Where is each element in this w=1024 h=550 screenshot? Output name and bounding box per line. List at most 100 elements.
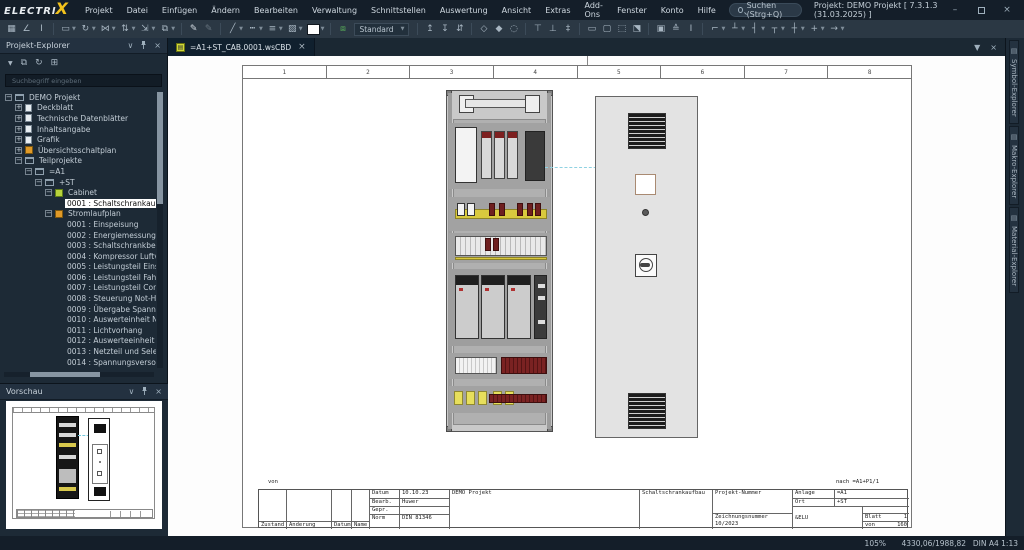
tree-item[interactable]: 0007 : Leistungsteil Control xyxy=(0,283,156,294)
layer-lower-icon[interactable]: ↧ xyxy=(437,21,452,37)
menu-einf-gen[interactable]: Einfügen xyxy=(155,0,204,20)
collapse-icon[interactable]: − xyxy=(15,157,22,164)
move-icon[interactable]: ▭▼ xyxy=(58,21,78,37)
rotate-icon[interactable]: ↻▼ xyxy=(78,21,98,37)
mirror-icon[interactable]: ⋈▼ xyxy=(98,21,118,37)
menu-schnittstellen[interactable]: Schnittstellen xyxy=(364,0,433,20)
corner-tool-icon[interactable]: ⌐▼ xyxy=(707,21,727,37)
layer-select[interactable]: Standard▼ xyxy=(354,23,409,36)
rectangle-tool-icon[interactable]: ▭ xyxy=(584,21,599,37)
menu-ansicht[interactable]: Ansicht xyxy=(495,0,539,20)
panel-pin-icon[interactable] xyxy=(141,387,148,397)
tree-item[interactable]: 0014 : Spannungsversorgu xyxy=(0,357,156,368)
tree-item[interactable]: +Deckblatt xyxy=(0,103,156,114)
menu-verwaltung[interactable]: Verwaltung xyxy=(305,0,364,20)
panel-collapse-icon[interactable]: ∨ xyxy=(127,41,133,50)
close-button[interactable]: × xyxy=(996,2,1018,18)
snap-free-icon[interactable]: ◇ xyxy=(476,21,491,37)
tree-search-input[interactable] xyxy=(10,76,157,86)
menu-projekt[interactable]: Projekt xyxy=(78,0,120,20)
tree-item[interactable]: 0001 : Einspeisung xyxy=(0,219,156,230)
junction-up-icon[interactable]: ┬▼ xyxy=(767,21,787,37)
tree-item[interactable]: −Teilprojekte xyxy=(0,156,156,167)
tree-vertical-scrollbar[interactable] xyxy=(157,92,163,368)
rounded-rect-tool-icon[interactable]: ▢ xyxy=(599,21,614,37)
angle-measure-icon[interactable]: ∠ xyxy=(19,21,34,37)
tree-item[interactable]: 0001 : Schaltschrankau xyxy=(0,198,156,209)
maximize-button[interactable] xyxy=(970,2,992,18)
tab-close-icon[interactable]: × xyxy=(298,42,306,52)
anchor-tool-icon[interactable]: ≙ xyxy=(668,21,683,37)
tree-item[interactable]: 0006 : Leistungsteil Fahrtisc xyxy=(0,272,156,283)
arrow-right-icon[interactable]: →▼ xyxy=(827,21,847,37)
tree-item[interactable]: +Übersichtsschaltplan xyxy=(0,145,156,156)
text-cursor-icon[interactable]: I xyxy=(34,21,49,37)
align-bottom-icon[interactable]: ⊥ xyxy=(545,21,560,37)
line-width-icon[interactable]: ≡▼ xyxy=(265,21,285,37)
line-color-icon[interactable]: ╱▼ xyxy=(225,21,245,37)
selection-frame-icon[interactable]: ⬚ xyxy=(614,21,629,37)
expand-icon[interactable]: + xyxy=(15,104,22,111)
expand-icon[interactable]: + xyxy=(15,136,22,143)
image-tool-icon[interactable]: ▣ xyxy=(653,21,668,37)
layers-icon[interactable]: ⧈ xyxy=(335,21,350,37)
collapse-icon[interactable]: − xyxy=(35,179,42,186)
node-icon[interactable]: +▼ xyxy=(807,21,827,37)
minimize-button[interactable]: – xyxy=(944,2,966,18)
layer-raise-icon[interactable]: ↥ xyxy=(422,21,437,37)
collapse-icon[interactable]: − xyxy=(5,94,12,101)
collapse-icon[interactable]: − xyxy=(45,210,52,217)
tree-item[interactable]: 0002 : Energiemessung Sch xyxy=(0,230,156,241)
panel-close-icon[interactable]: × xyxy=(154,41,161,50)
lasso-select-icon[interactable]: ⬔ xyxy=(629,21,644,37)
menu-add-ons[interactable]: Add-Ons xyxy=(578,0,611,20)
tree-item[interactable]: 0004 : Kompressor Luftversi xyxy=(0,251,156,262)
tab-symbol-explorer[interactable]: ▤Symbol-Explorer xyxy=(1009,40,1019,124)
tree-item[interactable]: +Grafik xyxy=(0,134,156,145)
snap-object-icon[interactable]: ◌ xyxy=(506,21,521,37)
scrollbar-thumb[interactable] xyxy=(157,92,163,204)
panel-close-icon[interactable]: × xyxy=(155,387,162,396)
menu-auswertung[interactable]: Auswertung xyxy=(433,0,495,20)
tree-item[interactable]: 0003 : Schaltschrankbelüftu xyxy=(0,240,156,251)
tree-horizontal-scrollbar[interactable] xyxy=(4,372,154,377)
format-paint-icon[interactable]: ✎ xyxy=(186,21,201,37)
tree-item[interactable]: 0011 : Lichtvorhang xyxy=(0,325,156,336)
menu--ndern[interactable]: Ändern xyxy=(204,0,247,20)
tree-item[interactable]: 0009 : Übergabe Spannung xyxy=(0,304,156,315)
expand-icon[interactable]: + xyxy=(15,147,22,154)
hatch-icon[interactable]: ▨▼ xyxy=(285,21,305,37)
tree-search-box[interactable] xyxy=(5,74,162,87)
tab-material-explorer[interactable]: ▤Material-Explorer xyxy=(1009,207,1019,293)
tree-item[interactable]: 0012 : Auswerteeinheit Lich xyxy=(0,336,156,347)
expand-icon[interactable]: + xyxy=(15,115,22,122)
line-style-icon[interactable]: ┅▼ xyxy=(245,21,265,37)
tree-item[interactable]: 0013 : Netzteil und Selektivi xyxy=(0,346,156,357)
copy-icon[interactable]: ⊞ xyxy=(51,58,59,68)
menu-bearbeiten[interactable]: Bearbeiten xyxy=(247,0,305,20)
stretch-icon[interactable]: ⇲▼ xyxy=(137,21,157,37)
color-swatch[interactable]: ▼ xyxy=(305,21,327,37)
tree-item[interactable]: 0008 : Steuerung Not-Halt xyxy=(0,293,156,304)
layer-select[interactable]: Standard▼ xyxy=(350,21,413,37)
collapse-icon[interactable]: − xyxy=(25,168,32,175)
filter-dropdown-icon[interactable]: ▼ xyxy=(8,60,13,67)
tab-makro-explorer[interactable]: ▤Makro-Explorer xyxy=(1009,126,1019,205)
panel-collapse-icon[interactable]: ∨ xyxy=(128,387,134,396)
tree-item[interactable]: −+ST xyxy=(0,177,156,188)
distribute-icon[interactable]: ‡ xyxy=(560,21,575,37)
collapse-icon[interactable]: − xyxy=(45,189,52,196)
layer-order-icon[interactable]: ⇵ xyxy=(452,21,467,37)
cross-junction-icon[interactable]: ┼▼ xyxy=(787,21,807,37)
tab-close-all-icon[interactable]: × xyxy=(990,43,997,52)
document-tab[interactable]: ▤ =A1+ST_CAB.0001.wsCBD × xyxy=(168,38,315,56)
drawing-canvas[interactable]: 12345678 xyxy=(168,56,1005,536)
new-folder-icon[interactable]: ⧉ xyxy=(21,58,27,68)
menu-extras[interactable]: Extras xyxy=(538,0,577,20)
tree-item[interactable]: −Cabinet xyxy=(0,187,156,198)
duplicate-icon[interactable]: ⧉▼ xyxy=(157,21,177,37)
tree-item[interactable]: 0005 : Leistungsteil Einspei xyxy=(0,262,156,273)
tab-list-icon[interactable]: ▼ xyxy=(974,43,980,52)
refresh-icon[interactable]: ↻ xyxy=(35,58,43,68)
snap-grid-icon[interactable]: ◆ xyxy=(491,21,506,37)
